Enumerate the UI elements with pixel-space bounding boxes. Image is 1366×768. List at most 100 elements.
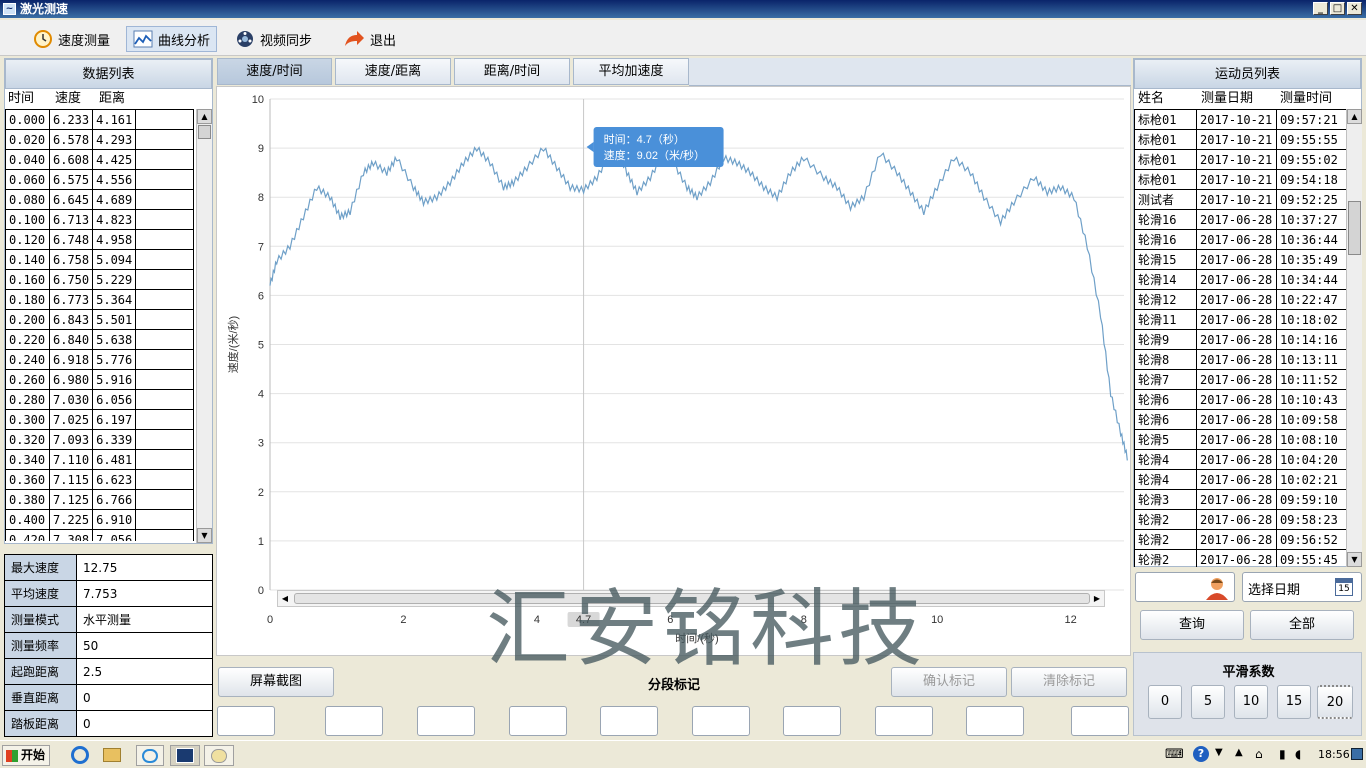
table-row[interactable]: 0.360 7.115 6.623 — [5, 469, 195, 490]
athlete-row[interactable]: 轮滑6 2017-06-28 10:10:43 — [1134, 389, 1346, 410]
scroll-down-icon[interactable]: ▼ — [197, 528, 212, 543]
table-row[interactable]: 0.060 6.575 4.556 — [5, 169, 195, 190]
query-button[interactable]: 查询 — [1140, 610, 1244, 640]
table-row[interactable]: 0.300 7.025 6.197 — [5, 409, 195, 430]
exit-button[interactable]: 退出 — [336, 26, 403, 52]
screenshot-button[interactable]: 屏幕截图 — [218, 667, 334, 697]
segment-input-4[interactable] — [509, 706, 567, 736]
table-row[interactable]: 0.220 6.840 5.638 — [5, 329, 195, 350]
ie-icon[interactable] — [70, 745, 94, 766]
table-row[interactable]: 0.380 7.125 6.766 — [5, 489, 195, 510]
scroll-thumb[interactable] — [198, 125, 211, 139]
athlete-avatar-box[interactable] — [1135, 572, 1235, 602]
taskbar-paint-icon[interactable] — [204, 745, 234, 766]
scroll-down-icon[interactable]: ▼ — [1347, 552, 1362, 567]
clear-mark-button[interactable]: 清除标记 — [1011, 667, 1127, 697]
athlete-row[interactable]: 轮滑5 2017-06-28 10:08:10 — [1134, 429, 1346, 450]
tab-speed-time[interactable]: 速度/时间 — [217, 58, 332, 85]
scroll-up-icon[interactable]: ▲ — [1347, 109, 1362, 124]
segment-input-8[interactable] — [875, 706, 933, 736]
athlete-row[interactable]: 轮滑2 2017-06-28 09:56:52 — [1134, 529, 1346, 550]
athlete-row[interactable]: 轮滑16 2017-06-28 10:36:44 — [1134, 229, 1346, 250]
athlete-row[interactable]: 轮滑3 2017-06-28 09:59:10 — [1134, 489, 1346, 510]
table-row[interactable]: 0.140 6.758 5.094 — [5, 249, 195, 270]
usb-icon[interactable]: ⌂ — [1255, 747, 1263, 761]
scroll-up-icon[interactable]: ▲ — [197, 109, 212, 124]
tab-avg-acceleration[interactable]: 平均加速度 — [573, 58, 689, 85]
start-button[interactable]: 开始 — [2, 745, 50, 766]
clock-time[interactable]: 18:56 — [1318, 748, 1350, 761]
hscroll-right-icon[interactable]: ▶ — [1090, 591, 1104, 606]
segment-input-1[interactable] — [217, 706, 275, 736]
smoothing-option-5[interactable]: 5 — [1191, 685, 1225, 719]
segment-input-3[interactable] — [417, 706, 475, 736]
smoothing-option-15[interactable]: 15 — [1277, 685, 1311, 719]
smoothing-option-0[interactable]: 0 — [1148, 685, 1182, 719]
scroll-thumb[interactable] — [1348, 201, 1361, 255]
speed-measure-button[interactable]: 速度测量 — [26, 26, 117, 52]
video-sync-button[interactable]: 视频同步 — [228, 26, 319, 52]
athlete-row[interactable]: 轮滑9 2017-06-28 10:14:16 — [1134, 329, 1346, 350]
table-row[interactable]: 0.000 6.233 4.161 — [5, 109, 195, 130]
athlete-row[interactable]: 标枪01 2017-10-21 09:57:21 — [1134, 109, 1346, 130]
table-row[interactable]: 0.180 6.773 5.364 — [5, 289, 195, 310]
show-desktop-icon[interactable] — [1351, 748, 1363, 760]
athlete-list-scrollbar[interactable]: ▲ ▼ — [1346, 109, 1362, 567]
athlete-row[interactable]: 测试者 2017-10-21 09:52:25 — [1134, 189, 1346, 210]
smoothing-option-10[interactable]: 10 — [1234, 685, 1268, 719]
help-icon[interactable]: ? — [1193, 746, 1209, 762]
tray-expand-icon[interactable]: ▼ — [1215, 747, 1223, 758]
maximize-button[interactable]: □ — [1330, 2, 1345, 15]
taskbar-app-icon[interactable] — [136, 745, 164, 766]
all-button[interactable]: 全部 — [1250, 610, 1354, 640]
athlete-row[interactable]: 标枪01 2017-10-21 09:55:02 — [1134, 149, 1346, 170]
segment-input-6[interactable] — [692, 706, 750, 736]
athlete-row[interactable]: 轮滑16 2017-06-28 10:37:27 — [1134, 209, 1346, 230]
athlete-row[interactable]: 轮滑12 2017-06-28 10:22:47 — [1134, 289, 1346, 310]
athlete-row[interactable]: 轮滑11 2017-06-28 10:18:02 — [1134, 309, 1346, 330]
curve-analysis-button[interactable]: 曲线分析 — [126, 26, 218, 52]
segment-input-5[interactable] — [600, 706, 658, 736]
table-row[interactable]: 0.040 6.608 4.425 — [5, 149, 195, 170]
calendar-icon[interactable]: 15 — [1335, 578, 1353, 596]
athlete-row[interactable]: 标枪01 2017-10-21 09:54:18 — [1134, 169, 1346, 190]
hscroll-left-icon[interactable]: ◀ — [278, 591, 292, 606]
athlete-row[interactable]: 轮滑8 2017-06-28 10:13:11 — [1134, 349, 1346, 370]
table-row[interactable]: 0.340 7.110 6.481 — [5, 449, 195, 470]
taskbar-laser-app[interactable] — [170, 745, 200, 766]
athlete-row[interactable]: 轮滑4 2017-06-28 10:02:21 — [1134, 469, 1346, 490]
table-row[interactable]: 0.420 7.308 7.056 — [5, 529, 195, 541]
segment-input-2[interactable] — [325, 706, 383, 736]
table-row[interactable]: 0.120 6.748 4.958 — [5, 229, 195, 250]
date-picker[interactable]: 选择日期 15 — [1242, 572, 1362, 602]
network-signal-icon[interactable]: ▮ — [1279, 747, 1286, 761]
tab-speed-distance[interactable]: 速度/距离 — [335, 58, 451, 85]
minimize-button[interactable]: _ — [1313, 2, 1328, 15]
athlete-row[interactable]: 轮滑4 2017-06-28 10:04:20 — [1134, 449, 1346, 470]
segment-input-10[interactable] — [1071, 706, 1129, 736]
table-row[interactable]: 0.200 6.843 5.501 — [5, 309, 195, 330]
table-row[interactable]: 0.240 6.918 5.776 — [5, 349, 195, 370]
athlete-row[interactable]: 标枪01 2017-10-21 09:55:55 — [1134, 129, 1346, 150]
table-row[interactable]: 0.080 6.645 4.689 — [5, 189, 195, 210]
athlete-row[interactable]: 轮滑7 2017-06-28 10:11:52 — [1134, 369, 1346, 390]
athlete-row[interactable]: 轮滑6 2017-06-28 10:09:58 — [1134, 409, 1346, 430]
athlete-row[interactable]: 轮滑15 2017-06-28 10:35:49 — [1134, 249, 1346, 270]
table-row[interactable]: 0.320 7.093 6.339 — [5, 429, 195, 450]
volume-icon[interactable]: ◖ — [1295, 747, 1301, 761]
folder-icon[interactable] — [102, 745, 126, 766]
athlete-row[interactable]: 轮滑2 2017-06-28 09:58:23 — [1134, 509, 1346, 530]
table-row[interactable]: 0.400 7.225 6.910 — [5, 509, 195, 530]
segment-input-7[interactable] — [783, 706, 841, 736]
table-row[interactable]: 0.280 7.030 6.056 — [5, 389, 195, 410]
tab-distance-time[interactable]: 距离/时间 — [454, 58, 570, 85]
athlete-row[interactable]: 轮滑2 2017-06-28 09:55:45 — [1134, 549, 1346, 567]
tray-up-icon[interactable]: ▲ — [1235, 747, 1243, 758]
table-row[interactable]: 0.100 6.713 4.823 — [5, 209, 195, 230]
segment-input-9[interactable] — [966, 706, 1024, 736]
athlete-row[interactable]: 轮滑14 2017-06-28 10:34:44 — [1134, 269, 1346, 290]
keyboard-icon[interactable]: ⌨ — [1165, 747, 1184, 762]
table-row[interactable]: 0.020 6.578 4.293 — [5, 129, 195, 150]
smoothing-option-20[interactable]: 20 — [1317, 685, 1353, 719]
table-row[interactable]: 0.160 6.750 5.229 — [5, 269, 195, 290]
